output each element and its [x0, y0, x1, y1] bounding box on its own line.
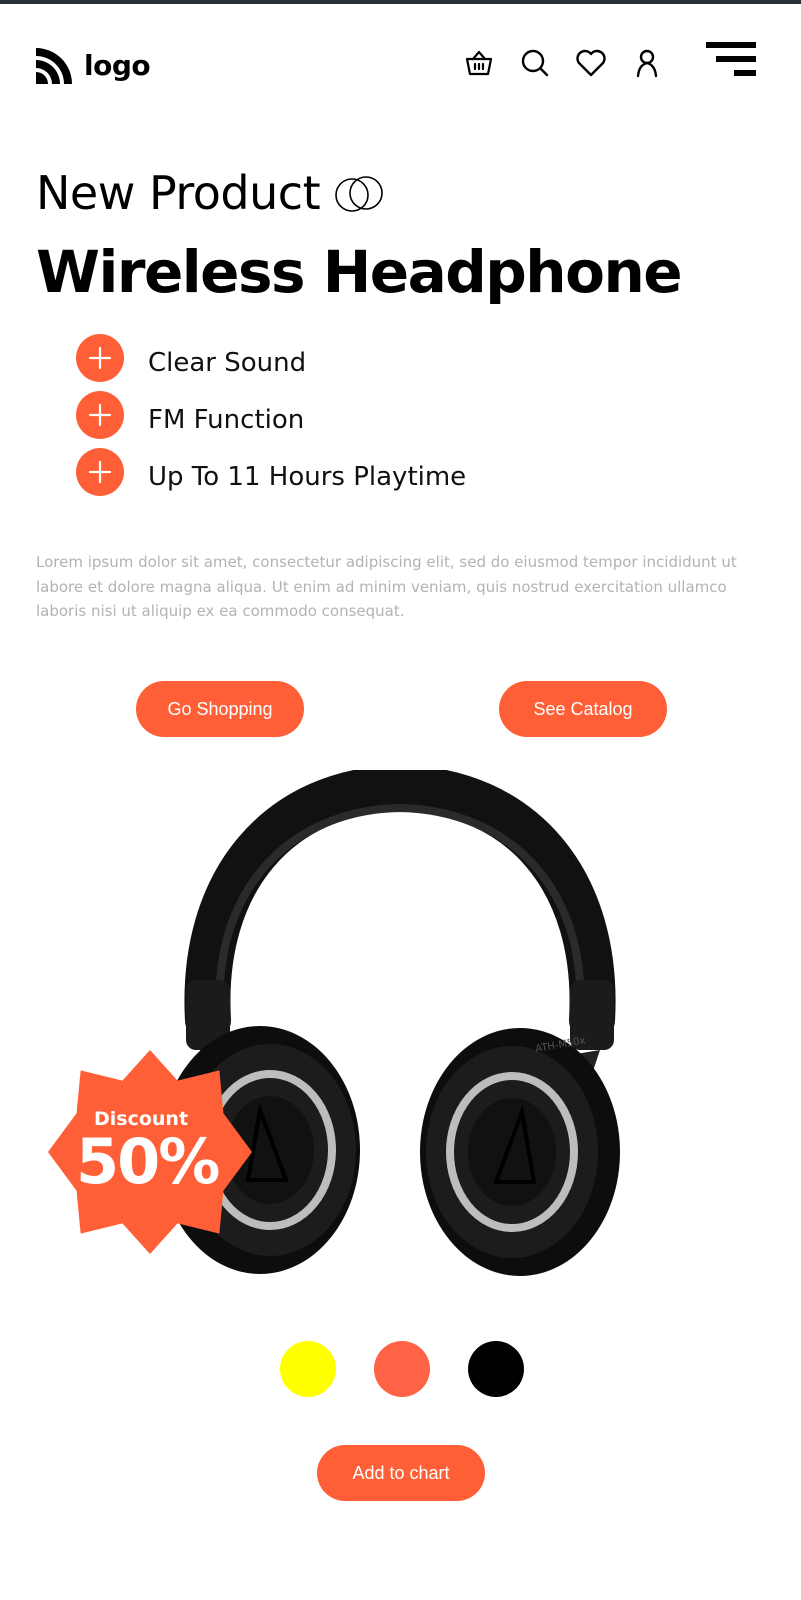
list-item: Clear Sound — [76, 333, 466, 391]
swatch-yellow[interactable] — [280, 1341, 336, 1397]
swatch-black[interactable] — [468, 1341, 524, 1397]
logo-text: logo — [84, 48, 151, 82]
description: Lorem ipsum dolor sit amet, consectetur … — [36, 553, 737, 620]
list-item: FM Function — [76, 390, 466, 448]
list-item: Up To 11 Hours Playtime — [76, 447, 467, 505]
feature-label: Clear Sound — [148, 347, 307, 378]
feature-list: Clear Sound FM Function Up To 11 Hours P… — [76, 333, 467, 505]
page-title: Wireless Headphone — [36, 238, 683, 306]
swatch-orange[interactable] — [374, 1341, 430, 1397]
user-icon[interactable] — [630, 46, 664, 80]
menu-icon[interactable] — [700, 40, 756, 80]
see-catalog-button[interactable]: See Catalog — [499, 681, 667, 737]
add-to-chart-button[interactable]: Add to chart — [317, 1445, 485, 1501]
header-actions — [462, 46, 664, 80]
plus-icon — [76, 333, 124, 382]
search-icon[interactable] — [518, 46, 552, 80]
feature-label: FM Function — [148, 404, 305, 435]
top-border — [0, 0, 801, 4]
color-swatches — [280, 1341, 524, 1397]
feature-label: Up To 11 Hours Playtime — [148, 461, 467, 492]
basket-icon[interactable] — [462, 46, 496, 80]
plus-icon — [76, 390, 124, 439]
heart-icon[interactable] — [574, 46, 608, 80]
plus-icon — [76, 447, 124, 496]
kicker-text: New Product — [36, 166, 321, 220]
logo-mark-icon — [36, 48, 72, 84]
kicker: New Product — [36, 166, 386, 220]
go-shopping-button[interactable]: Go Shopping — [136, 681, 304, 737]
discount-value: 50% — [76, 1125, 220, 1198]
logo[interactable]: logo — [36, 46, 151, 84]
rings-icon — [335, 176, 383, 212]
